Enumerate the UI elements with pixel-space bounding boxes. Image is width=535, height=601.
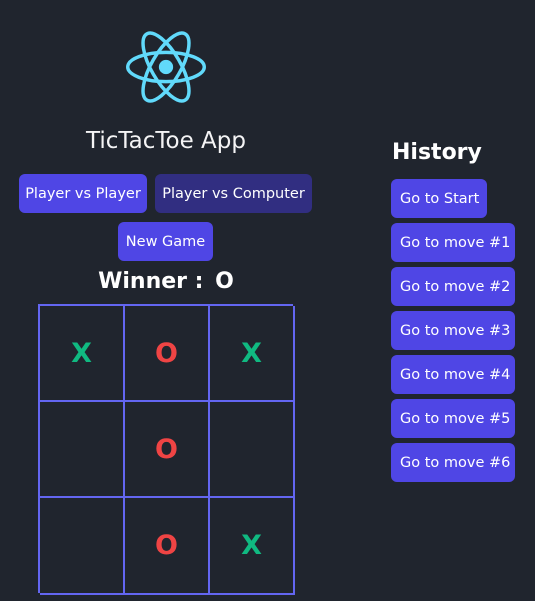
- react-atom-icon: [126, 31, 206, 103]
- go-to-move-1-button[interactable]: Go to move #1: [391, 223, 515, 262]
- app-title: TicTacToe App: [86, 128, 246, 154]
- go-to-move-4-button[interactable]: Go to move #4: [391, 355, 515, 394]
- new-game-button[interactable]: New Game: [118, 222, 213, 261]
- go-to-move-6-button[interactable]: Go to move #6: [391, 443, 515, 482]
- player-vs-player-button[interactable]: Player vs Player: [19, 174, 147, 213]
- board-cell-7[interactable]: O: [125, 498, 210, 595]
- go-to-start-button[interactable]: Go to Start: [391, 179, 487, 218]
- board-cell-5[interactable]: [210, 402, 295, 498]
- winner-label: Winner :: [98, 269, 204, 294]
- board-cell-0[interactable]: X: [40, 306, 125, 402]
- board-cell-2[interactable]: X: [210, 306, 295, 402]
- go-to-move-5-button[interactable]: Go to move #5: [391, 399, 515, 438]
- board-cell-3[interactable]: [40, 402, 125, 498]
- history-list: Go to Start Go to move #1 Go to move #2 Go …: [391, 179, 515, 487]
- game-board: XOXOOX: [38, 304, 295, 595]
- history-title: History: [392, 140, 482, 165]
- go-to-move-2-button[interactable]: Go to move #2: [391, 267, 515, 306]
- winner-value: O: [215, 269, 234, 294]
- player-vs-computer-button[interactable]: Player vs Computer: [155, 174, 312, 213]
- winner-status: Winner : O: [0, 269, 332, 294]
- board-cell-4[interactable]: O: [125, 402, 210, 498]
- app: TicTacToe App Player vs Player Player vs…: [0, 0, 535, 601]
- board-cell-1[interactable]: O: [125, 306, 210, 402]
- go-to-move-3-button[interactable]: Go to move #3: [391, 311, 515, 350]
- board-cell-8[interactable]: X: [210, 498, 295, 595]
- board-cell-6[interactable]: [40, 498, 125, 595]
